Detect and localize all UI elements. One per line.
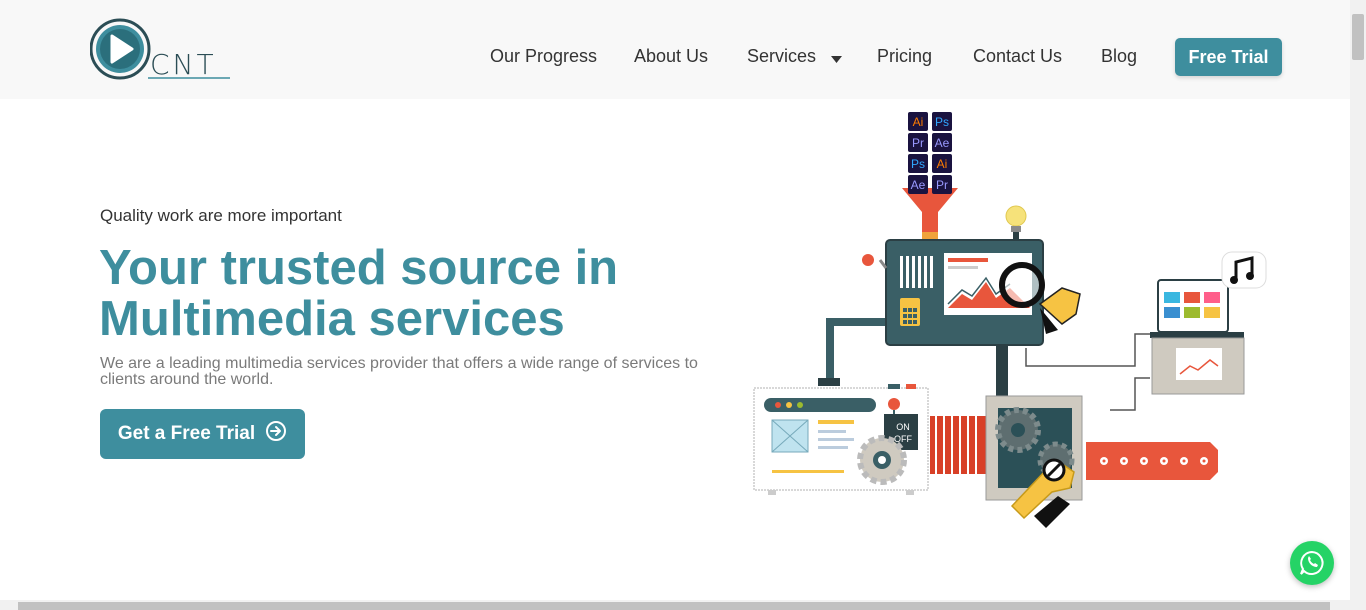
app-badge-label: Pr — [936, 178, 948, 192]
switch-on-label: ON — [896, 422, 910, 432]
horizontal-scroll-thumb[interactable] — [18, 602, 1330, 610]
app-badge-label: Ps — [911, 157, 925, 171]
logo[interactable]: CNT — [89, 18, 235, 82]
nav-blog[interactable]: Blog — [1101, 46, 1137, 67]
nav-services[interactable]: Services — [747, 46, 843, 68]
hero-title-line-2: Multimedia services — [99, 292, 565, 346]
app-badge-label: Ae — [935, 136, 950, 150]
free-trial-button[interactable]: Free Trial — [1175, 38, 1282, 76]
arrow-circle-right-icon — [265, 420, 287, 448]
caret-down-icon — [831, 47, 843, 68]
get-free-trial-label: Get a Free Trial — [117, 423, 256, 444]
nav-about-us[interactable]: About Us — [634, 46, 708, 67]
nav-pricing[interactable]: Pricing — [877, 46, 932, 67]
vertical-scrollbar[interactable] — [1350, 0, 1366, 610]
hero-description: We are a leading multimedia services pro… — [100, 355, 698, 388]
logo-text: CNT — [150, 48, 217, 81]
whatsapp-chat-button[interactable] — [1290, 541, 1334, 585]
vertical-scroll-thumb[interactable] — [1352, 14, 1364, 60]
hero-illustration: Ai Ps Pr Ae Ps Ai Ae Pr ON OFF — [740, 108, 1280, 538]
app-badge-label: Ai — [913, 115, 924, 129]
multimedia-machine-illustration: Ai Ps Pr Ae Ps Ai Ae Pr ON OFF — [753, 112, 1267, 528]
whatsapp-icon — [1300, 550, 1324, 575]
hero-subtitle: Quality work are more important — [100, 206, 342, 225]
app-badge-label: Pr — [912, 136, 924, 150]
site-header: CNT Our Progress About Us Services Prici… — [0, 0, 1350, 99]
nav-services-label: Services — [747, 46, 817, 66]
hero-title-line-1: Your trusted source in — [99, 241, 619, 295]
app-badge-label: Ae — [911, 178, 926, 192]
hero-title: Your trusted source in Multimedia servic… — [99, 243, 739, 345]
nav-our-progress[interactable]: Our Progress — [490, 46, 597, 67]
app-badge-label: Ai — [937, 157, 948, 171]
get-free-trial-button[interactable]: Get a Free Trial — [100, 409, 305, 459]
nav-contact-us[interactable]: Contact Us — [973, 46, 1062, 67]
app-badge-label: Ps — [935, 115, 949, 129]
switch-off-label: OFF — [894, 434, 912, 444]
